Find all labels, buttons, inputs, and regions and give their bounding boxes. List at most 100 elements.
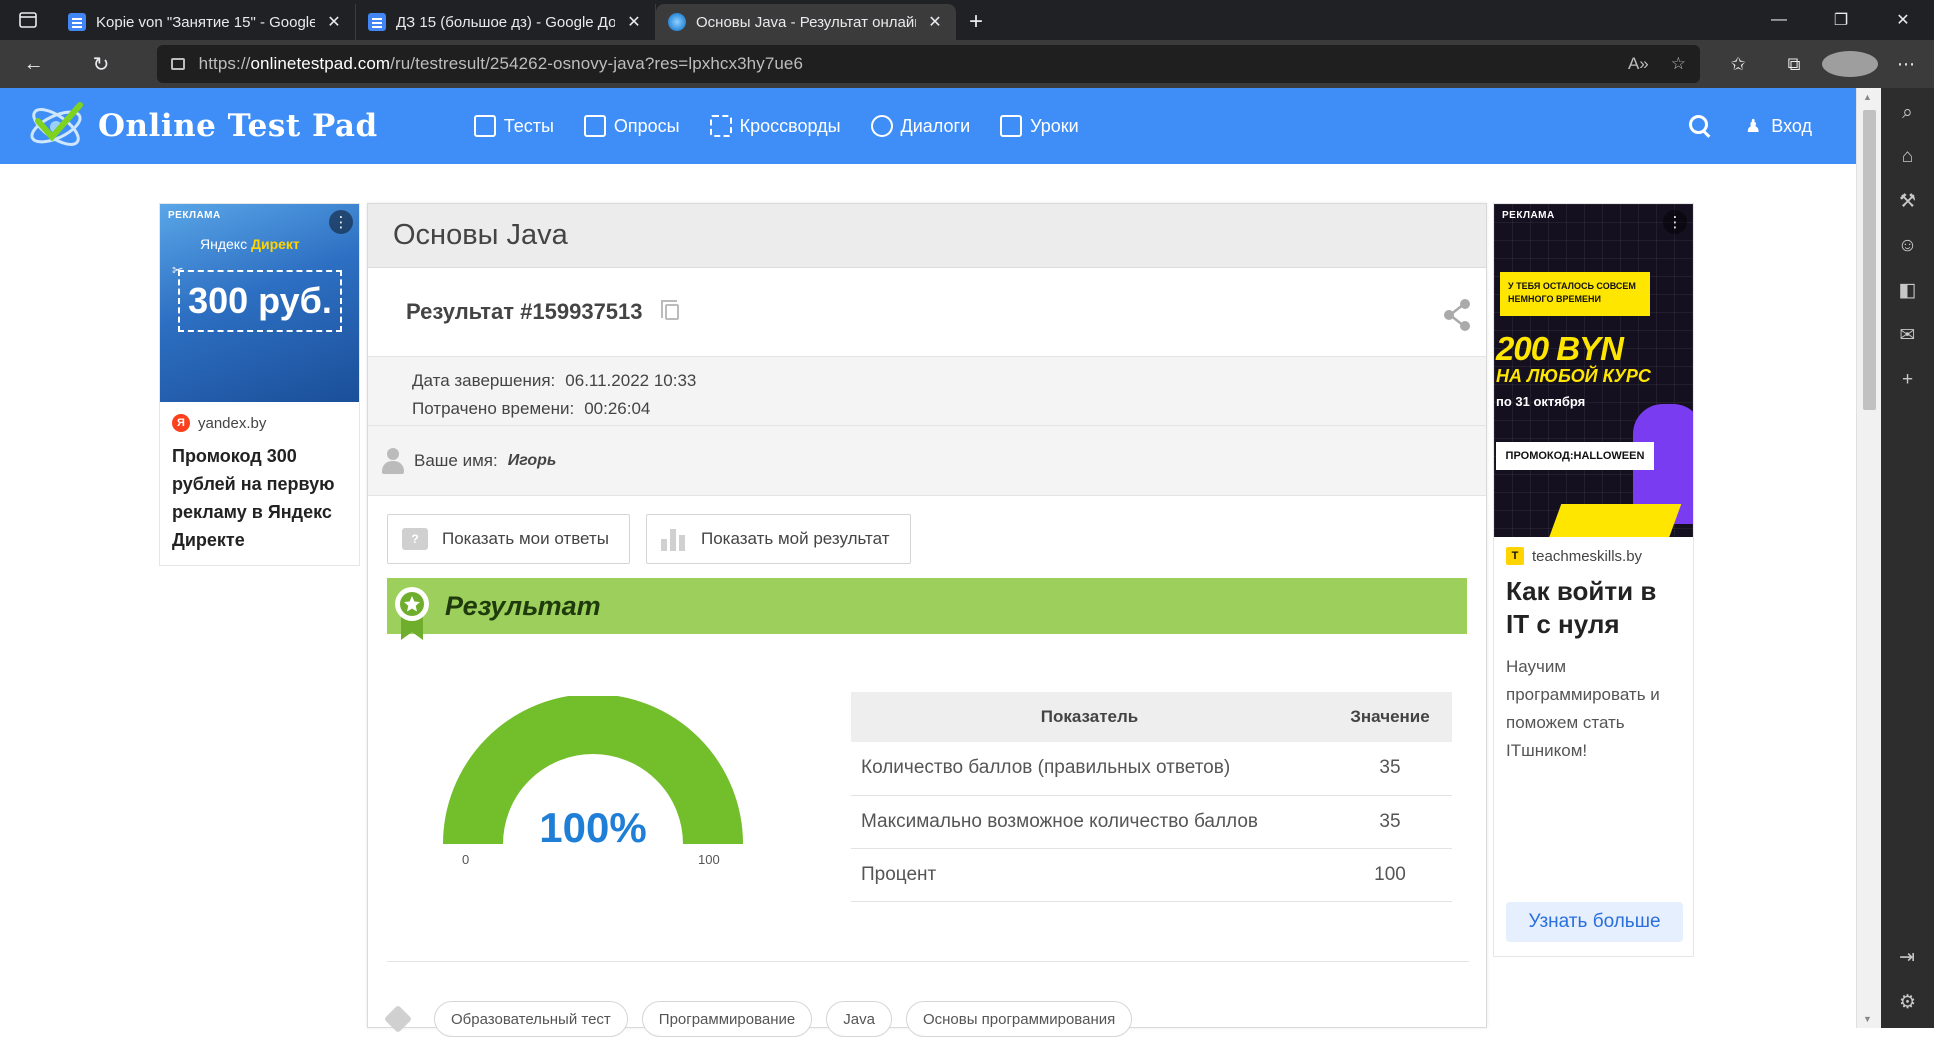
yandex-icon: Я: [172, 414, 190, 432]
column-header: Показатель: [851, 692, 1328, 742]
tools-icon[interactable]: ⚒: [1899, 190, 1916, 213]
ad-date: по 31 октября: [1496, 394, 1586, 409]
minimize-icon[interactable]: —: [1748, 0, 1810, 40]
tag-chip[interactable]: Основы программирования: [905, 1001, 1133, 1037]
nav-surveys[interactable]: Опросы: [583, 115, 680, 137]
ad-domain: Я yandex.by: [172, 414, 359, 432]
ad-price: 300 руб.: [178, 270, 342, 332]
table-cell: 35: [1328, 795, 1452, 849]
table-cell: Количество баллов (правильных ответов): [851, 742, 1328, 796]
login-button[interactable]: ♟ Вход: [1745, 116, 1812, 137]
test-result-card: Основы Java Результат #159937513 Дата за…: [367, 203, 1487, 1037]
back-button[interactable]: ←: [10, 44, 57, 84]
restore-icon[interactable]: ❐: [1810, 0, 1872, 40]
settings-icon[interactable]: ⚙: [1899, 991, 1916, 1014]
google-docs-icon: [68, 13, 86, 31]
ad-left[interactable]: РЕКЛАМА ⋮ Яндекс Директ ✂ 300 руб. Я yan…: [159, 203, 360, 566]
new-tab-button[interactable]: +: [956, 4, 996, 40]
finished-value: 06.11.2022 10:33: [565, 371, 697, 390]
refresh-button[interactable]: ↻: [77, 44, 124, 84]
tag-chip[interactable]: Java: [826, 1001, 892, 1037]
result-header: Результат #159937513: [368, 268, 1486, 356]
question-icon: ?: [402, 528, 428, 550]
scroll-up-icon[interactable]: ▲: [1863, 92, 1872, 102]
user-icon: [382, 447, 404, 474]
name-row: Ваше имя: Игорь: [368, 426, 1486, 496]
decor-shape: [1546, 504, 1682, 537]
tab-title: Kopie von "Занятие 15" - Google Документ…: [96, 13, 315, 31]
outlook-icon[interactable]: ✉: [1900, 324, 1916, 347]
games-icon[interactable]: ☺: [1898, 235, 1917, 257]
document-icon: [473, 115, 496, 137]
ad-title: Как войти в IT с нуля: [1506, 576, 1657, 639]
browser-tab-bar: Kopie von "Занятие 15" - Google Документ…: [0, 0, 1934, 40]
bar-chart-icon: [660, 527, 687, 551]
shopping-tag-icon[interactable]: ⌂: [1902, 146, 1913, 168]
ad-image: РЕКЛАМА ⋮ У ТЕБЯ ОСТАЛОСЬ СОВСЕМ НЕМНОГО…: [1494, 204, 1693, 537]
hide-sidebar-icon[interactable]: ⇥: [1899, 946, 1916, 969]
favorite-add-icon[interactable]: ☆: [1671, 54, 1686, 74]
ad-image: РЕКЛАМА ⋮ Яндекс Директ ✂ 300 руб.: [160, 204, 359, 402]
browser-tab-3[interactable]: Основы Java - Результат онлайн теста ✕: [656, 4, 956, 40]
search-icon[interactable]: ⌕: [1902, 102, 1913, 124]
add-icon[interactable]: +: [1902, 369, 1913, 391]
finished-label: Дата завершения:: [412, 371, 556, 390]
chat-icon: [870, 115, 893, 137]
table-header-row: Показатель Значение: [851, 692, 1452, 742]
scroll-thumb[interactable]: [1863, 110, 1876, 410]
logo-text: Online Test Pad: [98, 108, 378, 144]
nav-lessons[interactable]: Уроки: [1000, 115, 1079, 137]
tags-row: Образовательный тест Программирование Ja…: [384, 1001, 1133, 1037]
show-answers-button[interactable]: ? Показать мои ответы: [387, 514, 630, 564]
tag-chip[interactable]: Образовательный тест: [434, 1001, 628, 1037]
browser-address-bar: ← ↻ https://onlinetestpad.com/ru/testres…: [0, 40, 1934, 88]
ad-right[interactable]: РЕКЛАМА ⋮ У ТЕБЯ ОСТАЛОСЬ СОВСЕМ НЕМНОГО…: [1493, 203, 1694, 957]
more-menu-icon[interactable]: ⋯: [1878, 51, 1934, 77]
tag-chip[interactable]: Программирование: [641, 1001, 813, 1037]
ad-text: Промокод 300 рублей на первую рекламу в …: [172, 446, 335, 550]
search-icon[interactable]: [1689, 115, 1711, 137]
url-field[interactable]: https://onlinetestpad.com/ru/testresult/…: [156, 45, 1701, 83]
profile-avatar[interactable]: [1822, 51, 1879, 77]
table-cell: 35: [1328, 742, 1452, 796]
close-window-icon[interactable]: ✕: [1872, 0, 1934, 40]
read-aloud-icon[interactable]: A»: [1628, 54, 1649, 74]
nav-dialogs[interactable]: Диалоги: [870, 115, 970, 137]
page-scrollbar[interactable]: ▲ ▼: [1856, 88, 1881, 1028]
test-title: Основы Java: [368, 204, 1486, 268]
browser-tab-2[interactable]: ДЗ 15 (большое дз) - Google Документы ✕: [356, 4, 656, 40]
show-result-button[interactable]: Показать мой результат: [645, 514, 911, 564]
nav-tests[interactable]: Тесты: [473, 115, 554, 137]
spent-value: 00:26:04: [584, 399, 651, 418]
collections-icon[interactable]: ⧉: [1766, 51, 1822, 77]
ad-menu-icon[interactable]: ⋮: [329, 210, 353, 234]
result-banner-label: Результат: [445, 590, 601, 621]
result-meta: Дата завершения: 06.11.2022 10:33 Потраче…: [368, 356, 1486, 426]
edge-sidebar: ⌕ ⌂ ⚒ ☺ ◧ ✉ + ⇥ ⚙: [1881, 88, 1934, 1028]
gauge-min: 0: [462, 852, 470, 867]
user-icon: ♟: [1745, 115, 1762, 136]
browser-tab-1[interactable]: Kopie von "Занятие 15" - Google Документ…: [56, 4, 356, 40]
ad-promo: ПРОМОКОД: HALLOWEEN: [1496, 442, 1654, 470]
name-value: Игорь: [507, 451, 557, 469]
close-icon[interactable]: ✕: [325, 12, 343, 32]
lesson-icon: [1000, 115, 1023, 137]
learn-more-button[interactable]: Узнать больше: [1506, 902, 1683, 942]
tab-actions-icon[interactable]: [0, 0, 56, 40]
ad-amount: 200 BYN: [1496, 330, 1624, 367]
close-icon[interactable]: ✕: [926, 12, 944, 32]
ad-badge: РЕКЛАМА: [168, 210, 221, 221]
column-header: Значение: [1328, 692, 1452, 742]
site-logo[interactable]: Online Test Pad: [24, 97, 378, 155]
close-icon[interactable]: ✕: [625, 12, 643, 32]
ad-menu-icon[interactable]: ⋮: [1663, 210, 1687, 234]
nav-crosswords[interactable]: Кроссворды: [709, 115, 841, 137]
favorites-icon[interactable]: ✩: [1710, 51, 1766, 77]
table-row: Максимально возможное количество баллов …: [851, 795, 1452, 849]
scroll-down-icon[interactable]: ▼: [1863, 1014, 1872, 1024]
copy-icon[interactable]: [660, 300, 679, 320]
share-icon[interactable]: [1442, 298, 1472, 332]
office-icon[interactable]: ◧: [1899, 279, 1917, 302]
table-row: Количество баллов (правильных ответов) 3…: [851, 742, 1452, 796]
table-cell: Максимально возможное количество баллов: [851, 795, 1328, 849]
